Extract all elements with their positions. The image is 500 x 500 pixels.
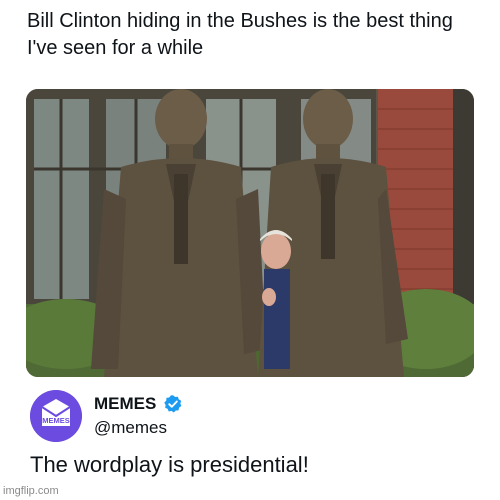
- avatar[interactable]: MEMES: [30, 390, 82, 442]
- reply-text: The wordplay is presidential!: [30, 452, 309, 477]
- statues-photo: [26, 89, 474, 377]
- verified-badge-icon: [163, 394, 183, 414]
- watermark: imgflip.com: [3, 485, 59, 497]
- post-image[interactable]: [26, 89, 474, 377]
- author-row[interactable]: MEMES MEMES @memes: [30, 388, 470, 442]
- post-text: Bill Clinton hiding in the Bushes is the…: [27, 10, 453, 59]
- handle[interactable]: @memes: [94, 418, 167, 438]
- svg-text:MEMES: MEMES: [42, 416, 70, 425]
- display-name[interactable]: MEMES: [94, 394, 156, 414]
